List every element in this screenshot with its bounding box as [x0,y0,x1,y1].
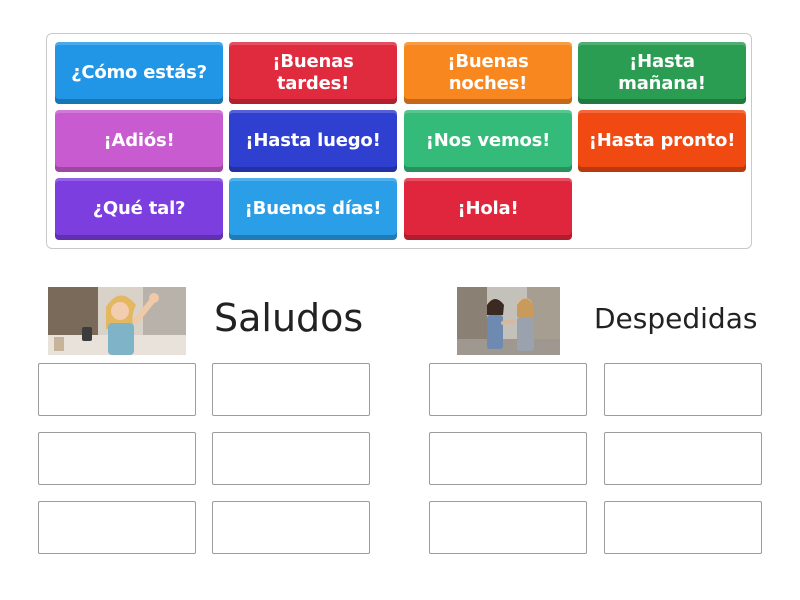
two-women-greeting-photo [457,287,560,355]
tile-hasta-luego[interactable]: ¡Hasta luego! [229,110,397,172]
saludos-drop-slot[interactable] [212,363,370,416]
saludos-drop-slot[interactable] [212,501,370,554]
tile-hola[interactable]: ¡Hola! [404,178,572,240]
group-heading-despedidas: Despedidas [594,302,758,335]
saludos-drop-slot[interactable] [38,501,196,554]
group-heading-saludos: Saludos [214,296,364,340]
tile-hasta-manana[interactable]: ¡Hasta mañana! [578,42,746,104]
despedidas-drop-slot[interactable] [429,501,587,554]
despedidas-drop-slot[interactable] [604,432,762,485]
tile-bank: ¿Cómo estás? ¡Buenas tardes! ¡Buenas noc… [46,33,752,249]
tile-como-estas[interactable]: ¿Cómo estás? [55,42,223,104]
woman-waving-photo [48,287,186,355]
tile-que-tal[interactable]: ¿Qué tal? [55,178,223,240]
tile-buenas-noches[interactable]: ¡Buenas noches! [404,42,572,104]
despedidas-drop-slot[interactable] [604,501,762,554]
tile-adios[interactable]: ¡Adiós! [55,110,223,172]
despedidas-drop-slot[interactable] [429,363,587,416]
tile-nos-vemos[interactable]: ¡Nos vemos! [404,110,572,172]
tile-buenas-tardes[interactable]: ¡Buenas tardes! [229,42,397,104]
despedidas-drop-slot[interactable] [429,432,587,485]
tile-buenos-dias[interactable]: ¡Buenos días! [229,178,397,240]
despedidas-drop-slot[interactable] [604,363,762,416]
saludos-drop-slot[interactable] [212,432,370,485]
saludos-drop-slot[interactable] [38,432,196,485]
tile-hasta-pronto[interactable]: ¡Hasta pronto! [578,110,746,172]
saludos-drop-slot[interactable] [38,363,196,416]
